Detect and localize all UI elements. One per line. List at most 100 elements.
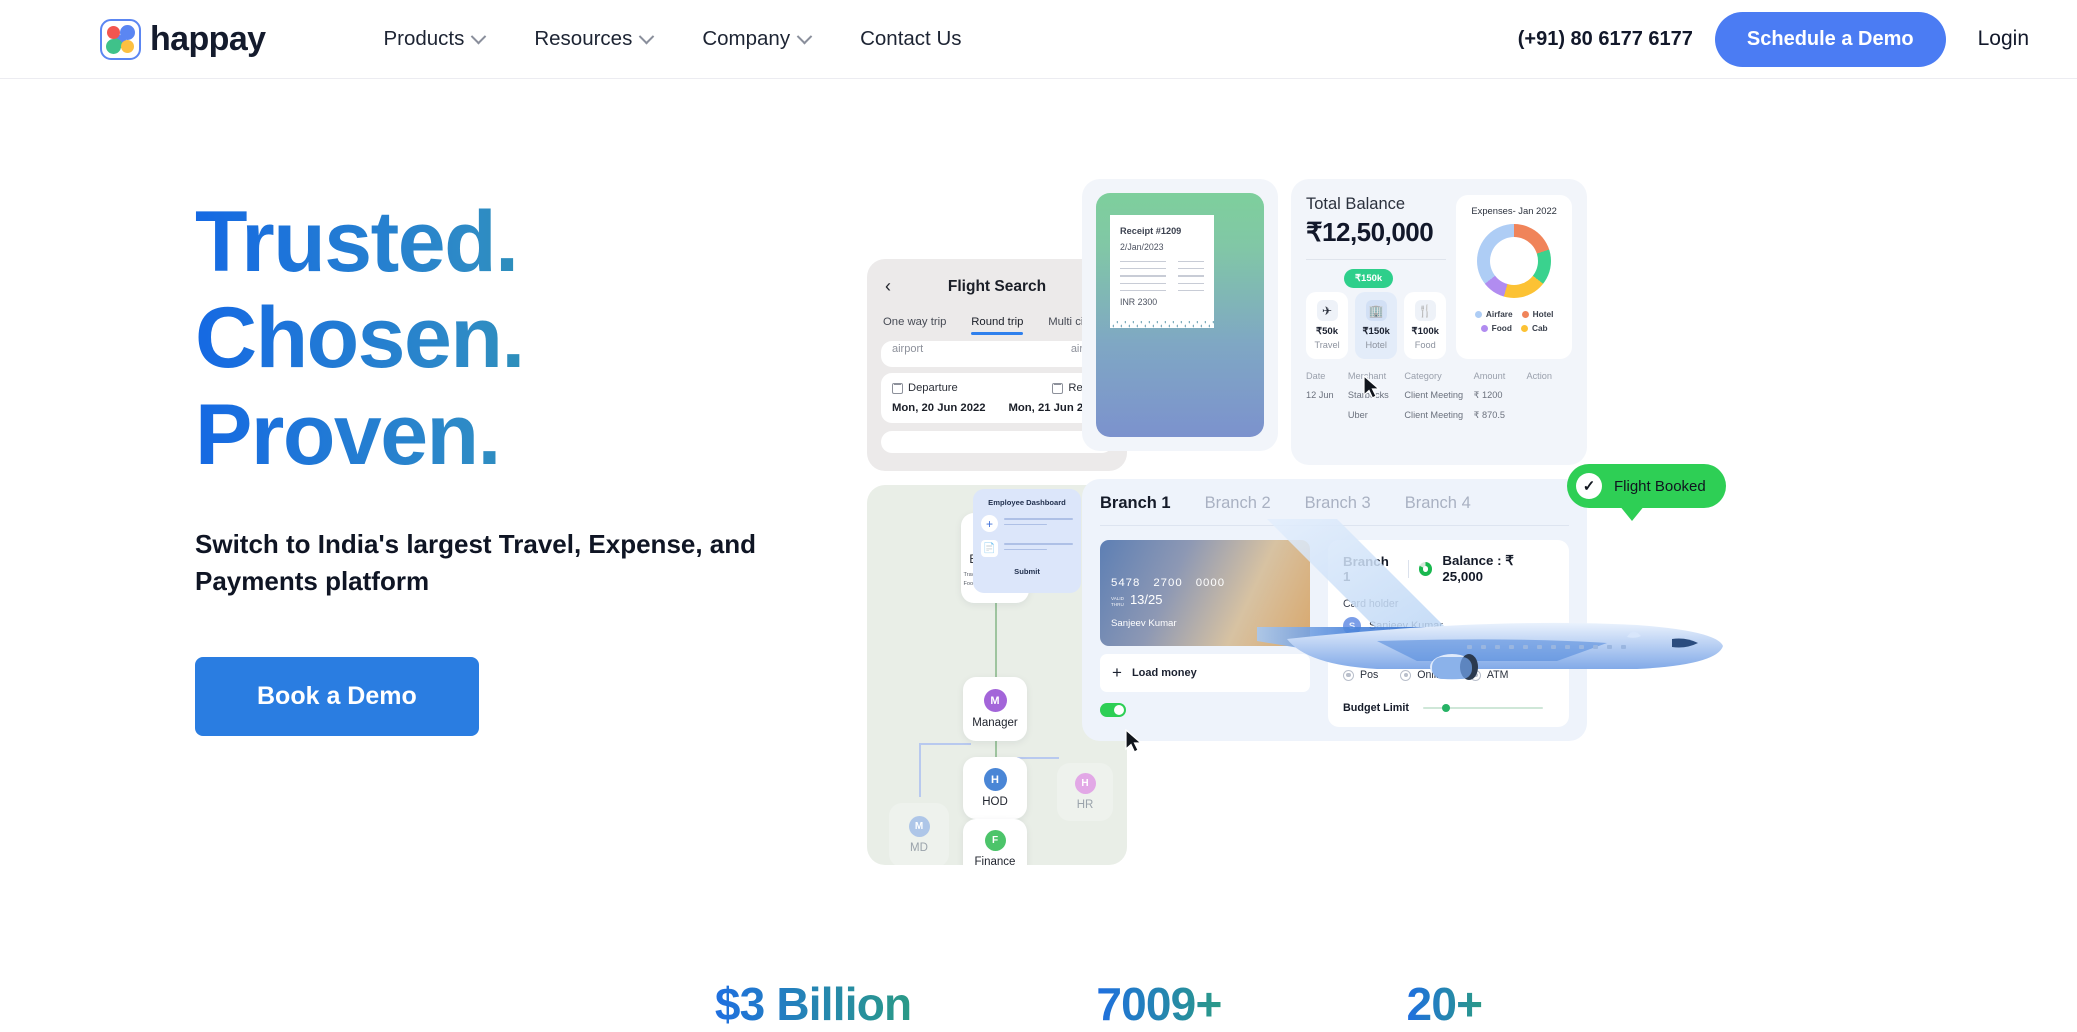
tab-branch-4[interactable]: Branch 4 <box>1405 494 1471 513</box>
legend-cab: Cab <box>1520 323 1548 333</box>
card-name: Sanjeev Kumar <box>1111 618 1177 629</box>
org-node-md[interactable]: M MD <box>889 803 949 865</box>
card-number-group: 5478 <box>1111 577 1141 589</box>
tile-hotel[interactable]: 🏢 ₹150k Hotel <box>1355 292 1398 359</box>
date-fields[interactable]: Departure Return Mon, 20 Jun 2022 Mon, 2… <box>881 373 1113 423</box>
receipt-placeholder-lines <box>1120 261 1204 291</box>
receipt-icon[interactable]: 📄 <box>981 540 998 557</box>
trip-type-tabs: One way trip Round trip Multi city trip <box>881 316 1113 335</box>
detail-balance: Balance : ₹ 25,000 <box>1442 553 1514 584</box>
card-number-group: 0000 <box>1195 577 1226 589</box>
org-node-label: HOD <box>982 796 1008 808</box>
expenses-donut-chart: Expenses- Jan 2022 Airfare Hotel Food Ca… <box>1456 195 1572 359</box>
back-chevron-icon[interactable]: ‹ <box>885 277 891 295</box>
nav-label: Products <box>383 27 465 50</box>
chart-legend: Airfare Hotel Food Cab <box>1464 309 1564 333</box>
happay-logo-icon <box>100 18 141 60</box>
calendar-icon <box>1052 382 1064 394</box>
departure-date: Mon, 20 Jun 2022 <box>892 402 986 414</box>
channel-label: Channel <box>1343 649 1383 661</box>
radio-atm[interactable]: ATM <box>1469 669 1508 681</box>
avatar: M <box>908 816 930 837</box>
nav-item-contact-us[interactable]: Contact Us <box>860 27 961 51</box>
org-node-finance[interactable]: F Finance <box>963 819 1027 865</box>
card-number-group: 2700 <box>1153 577 1183 589</box>
virtual-card[interactable]: 5478 2700 0000 VALID THRU 13/25 Sanjeev K… <box>1100 540 1310 646</box>
cell-amount: ₹ 870.5 <box>1473 410 1506 420</box>
col-date: Date <box>1306 371 1326 381</box>
flight-search-title: Flight Search <box>947 278 1047 295</box>
cell-category: Client Meeting <box>1404 410 1464 420</box>
org-node-label: HR <box>1076 799 1094 811</box>
tab-branch-1[interactable]: Branch 1 <box>1100 494 1171 513</box>
org-node-manager[interactable]: M Manager <box>963 677 1027 741</box>
tile-food[interactable]: 🍴 ₹100k Food <box>1404 292 1447 359</box>
radio-pos[interactable]: Pos <box>1343 669 1378 681</box>
employee-dashboard-title: Employee Dashboard <box>988 498 1066 507</box>
plus-icon: + <box>1112 663 1122 682</box>
logo[interactable]: happay <box>100 18 266 60</box>
virtual-card-column: 5478 2700 0000 VALID THRU 13/25 Sanjeev K… <box>1100 540 1310 727</box>
avatar: M <box>983 689 1007 712</box>
main-navigation: Products Resources Company Contact Us <box>383 27 961 51</box>
cell-amount: ₹ 1200 <box>1473 390 1503 400</box>
placeholder-lines <box>1004 517 1073 529</box>
hotel-icon: 🏢 <box>1365 300 1387 321</box>
tab-one-way-trip[interactable]: One way trip <box>883 316 946 335</box>
table-header-row: Date Merchant Category Amount Action <box>1306 371 1572 381</box>
card-detail-panel: Branch 1 Balance : ₹ 25,000 Card holder … <box>1328 540 1569 727</box>
submit-label[interactable]: Submit <box>981 567 1073 576</box>
card-number: 5478 2700 0000 <box>1111 577 1299 589</box>
table-row[interactable]: Uber Client Meeting ₹ 870.5 <box>1306 401 1572 421</box>
load-money-label: Load money <box>1131 667 1197 679</box>
nav-item-products[interactable]: Products <box>383 27 487 51</box>
flight-search-header: ‹ Flight Search <box>881 275 1113 299</box>
table-row[interactable]: 12 Jun Starbucks Client Meeting ₹ 1200 <box>1306 381 1572 401</box>
budget-limit-slider[interactable] <box>1422 704 1543 712</box>
avatar: F <box>984 830 1006 851</box>
hero-copy: Trusted. Chosen. Proven. Switch to India… <box>195 79 855 939</box>
tile-value: ₹150k <box>1362 326 1390 337</box>
stats-strip: $3 Billion 7009+ 20+ <box>0 977 2077 1031</box>
org-node-label: Finance <box>974 856 1016 865</box>
check-icon: ✓ <box>1576 473 1602 499</box>
receipt-amount: INR 2300 <box>1120 296 1158 307</box>
nav-item-resources[interactable]: Resources <box>534 27 655 51</box>
tab-round-trip[interactable]: Round trip <box>971 316 1024 335</box>
tile-travel[interactable]: ✈ ₹50k Travel <box>1306 292 1349 359</box>
col-action: Action <box>1526 371 1552 381</box>
load-money-button[interactable]: + Load money <box>1100 654 1310 692</box>
donut-ring <box>1477 224 1552 298</box>
radio-icon <box>1400 669 1412 681</box>
header-actions: (+91) 80 6177 6177 Schedule a Demo Login <box>1518 11 2029 67</box>
total-balance-amount: ₹12,50,000 <box>1306 217 1434 247</box>
book-a-demo-button[interactable]: Book a Demo <box>195 656 479 736</box>
org-node-hr[interactable]: H HR <box>1057 763 1113 821</box>
food-icon: 🍴 <box>1414 300 1436 321</box>
card-active-toggle[interactable] <box>1100 703 1126 717</box>
cell-merchant: Uber <box>1347 410 1368 420</box>
phone-number[interactable]: (+91) 80 6177 6177 <box>1518 28 1693 51</box>
hero-title-line-1: Trusted. <box>195 194 855 290</box>
card-holder-name: Sanjeev Kumar <box>1369 620 1443 632</box>
airport-fields[interactable]: airport airport <box>881 341 1113 367</box>
login-link[interactable]: Login <box>1978 27 2029 51</box>
schedule-demo-button[interactable]: Schedule a Demo <box>1714 11 1946 67</box>
col-amount: Amount <box>1473 371 1506 381</box>
radio-online[interactable]: Online <box>1400 669 1448 681</box>
chevron-down-icon <box>639 28 655 44</box>
nav-label: Contact Us <box>860 27 962 50</box>
nav-item-company[interactable]: Company <box>702 27 813 51</box>
plus-icon[interactable]: + <box>981 515 998 532</box>
chevron-down-icon <box>471 28 487 44</box>
balance-badge: ₹150k <box>1344 269 1394 288</box>
cell-action <box>1526 381 1572 401</box>
logo-text: happay <box>150 19 266 58</box>
receipt-title: Receipt #1209 <box>1120 226 1182 236</box>
org-node-hod[interactable]: H HOD <box>963 757 1027 819</box>
tab-branch-3[interactable]: Branch 3 <box>1305 494 1371 513</box>
legend-food: Food <box>1480 323 1512 333</box>
tab-branch-2[interactable]: Branch 2 <box>1205 494 1271 513</box>
hero-title-line-3: Proven. <box>195 387 855 483</box>
avatar: H <box>983 768 1007 791</box>
